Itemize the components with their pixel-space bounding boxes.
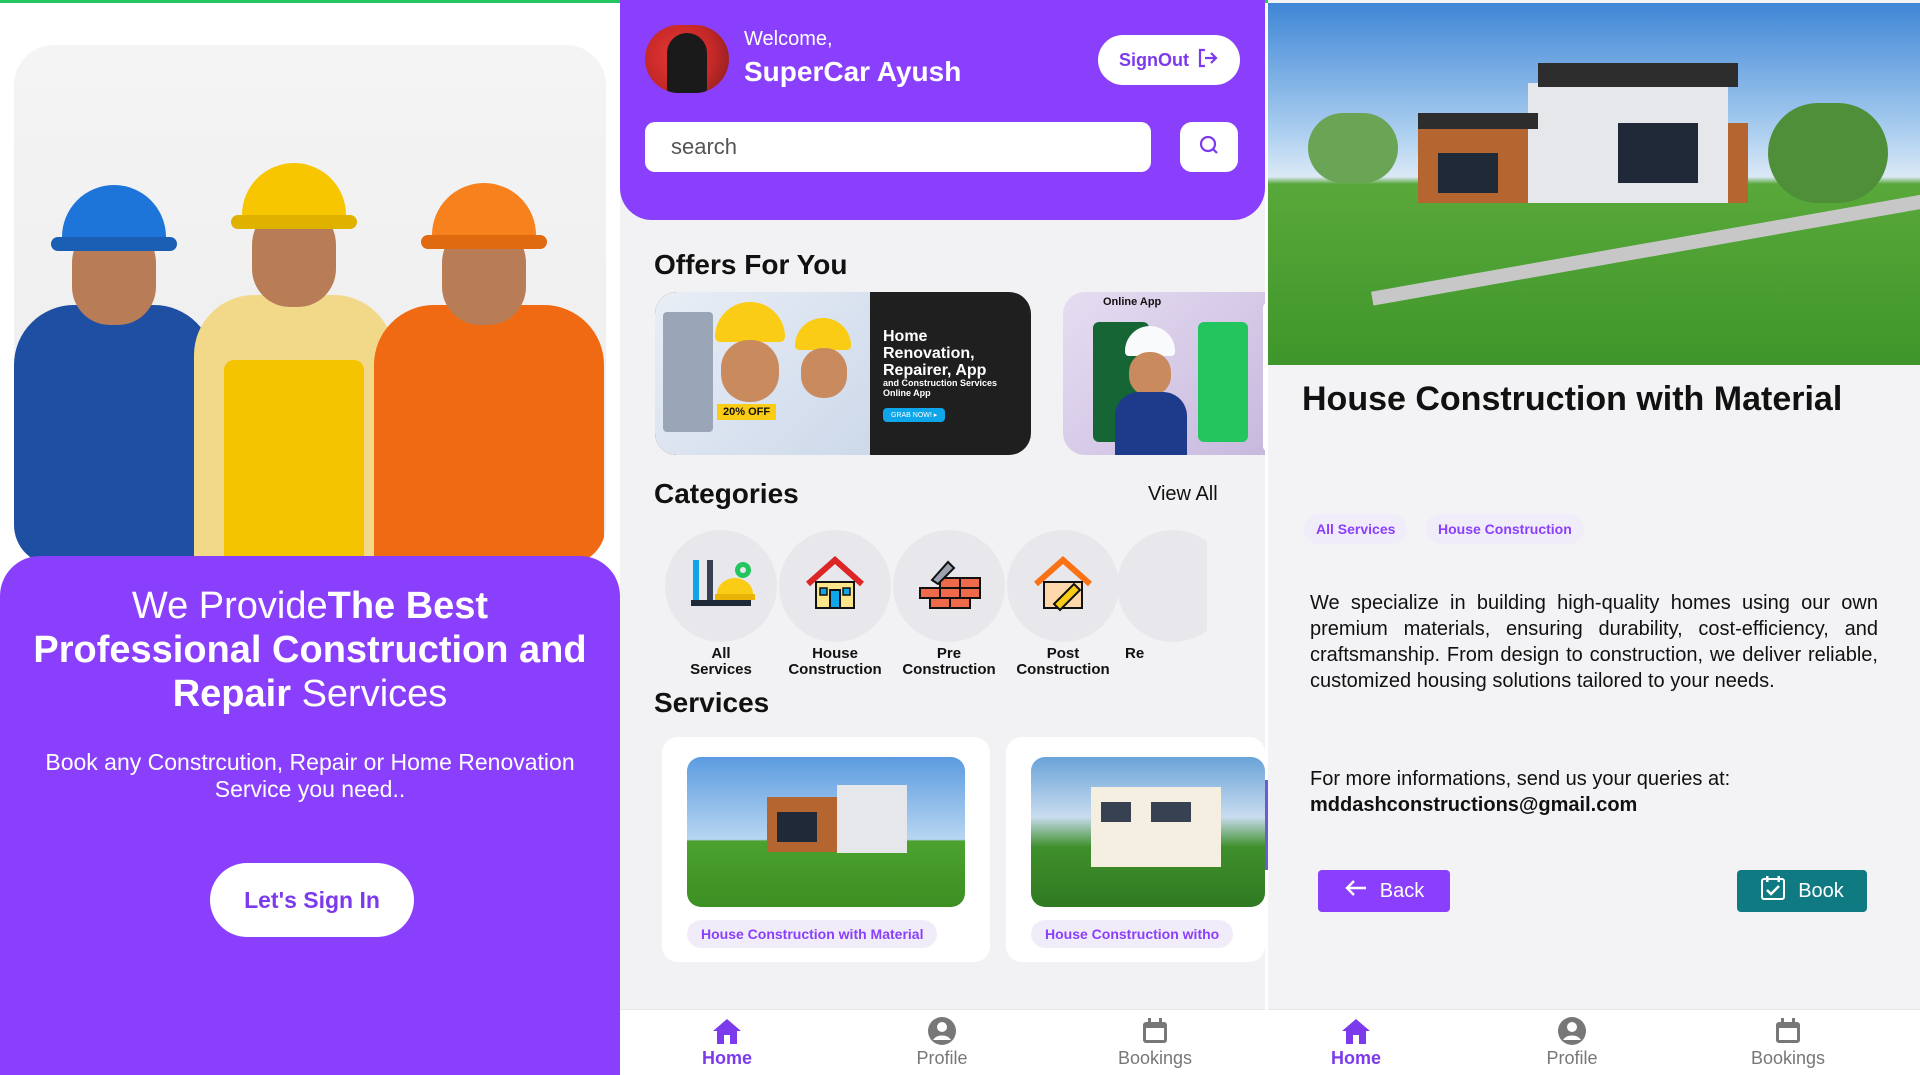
profile-icon xyxy=(927,1016,957,1051)
calendar-icon xyxy=(1774,1017,1802,1050)
home-icon xyxy=(710,1017,744,1050)
worker-orange xyxy=(364,135,604,565)
offer-cta[interactable]: GRAB NOW! ▸ xyxy=(883,408,946,422)
landing-subtitle: Book any Constrcution, Repair or Home Re… xyxy=(45,749,575,802)
tag-all-services[interactable]: All Services xyxy=(1304,514,1408,544)
tag-house-construction[interactable]: House Construction xyxy=(1426,514,1584,544)
profile-icon xyxy=(1557,1016,1587,1051)
nav-bookings[interactable]: Bookings xyxy=(1728,1017,1848,1069)
nav-home[interactable]: Home xyxy=(667,1018,787,1069)
heading-light: We Provide xyxy=(131,585,328,627)
category-label: House xyxy=(812,645,858,662)
view-all-link[interactable]: View All xyxy=(1148,483,1218,506)
offer-subtitle: and Construction Services Online App xyxy=(883,378,998,398)
category-partial[interactable]: Re xyxy=(1117,530,1207,662)
workers-photo xyxy=(14,45,606,565)
nav-bookings-label: Bookings xyxy=(1750,1048,1826,1068)
offers-title: Offers For You xyxy=(654,249,848,280)
welcome-text: Welcome, xyxy=(744,28,833,50)
calendar-icon xyxy=(1141,1017,1169,1050)
offer-label: Online App xyxy=(1103,296,1162,308)
book-button[interactable]: Book xyxy=(1737,870,1867,912)
nav-home-label: Home xyxy=(701,1048,752,1068)
service-image xyxy=(1031,757,1265,907)
more-icon xyxy=(1117,530,1207,642)
search-icon xyxy=(1197,133,1221,161)
nav-profile[interactable]: Profile xyxy=(882,1016,1002,1069)
services-title: Services xyxy=(654,687,770,718)
signout-label: SignOut xyxy=(1119,49,1189,70)
category-label: Services xyxy=(690,661,752,678)
back-label: Back xyxy=(1379,879,1425,902)
nav-profile-label: Profile xyxy=(916,1048,968,1068)
service-image xyxy=(687,757,965,907)
detail-contact: For more informations, send us your quer… xyxy=(1310,766,1878,818)
user-name: SuperCar Ayush xyxy=(744,56,962,87)
detail-title: House Construction with Material xyxy=(1302,380,1843,418)
home-header: Welcome, SuperCar Ayush SignOut search xyxy=(620,0,1265,220)
logout-icon xyxy=(1197,48,1219,73)
house-icon xyxy=(802,554,868,618)
contact-email[interactable]: mddashconstructions@gmail.com xyxy=(1310,794,1637,816)
service-card[interactable]: House Construction with Material xyxy=(662,737,990,962)
nav-home-label: Home xyxy=(1330,1048,1381,1068)
detail-house-image xyxy=(1268,3,1920,365)
categories-title: Categories xyxy=(654,478,799,509)
home-screen: Welcome, SuperCar Ayush SignOut search O… xyxy=(620,0,1265,1075)
book-label: Book xyxy=(1798,879,1844,902)
category-label: Construction xyxy=(1016,661,1110,678)
search-button[interactable] xyxy=(1180,122,1238,172)
nav-profile[interactable]: Profile xyxy=(1512,1016,1632,1069)
category-label: Re xyxy=(1125,645,1145,662)
service-name-chip: House Construction with Material xyxy=(687,920,938,948)
nav-bookings-label: Bookings xyxy=(1117,1048,1193,1068)
contact-text: For more informations, send us your quer… xyxy=(1310,768,1731,790)
category-all-services[interactable]: All Services xyxy=(661,530,781,678)
category-label: Construction xyxy=(902,661,996,678)
offer-banner-renovation[interactable]: 20% OFF Home Renovation, Repairer, App a… xyxy=(655,292,1031,455)
landing-screen: We ProvideThe Best Professional Construc… xyxy=(0,3,620,1075)
back-button[interactable]: Back xyxy=(1318,870,1450,912)
category-label: Construction xyxy=(788,661,882,678)
nav-profile-label: Profile xyxy=(1546,1048,1598,1068)
category-label: Post xyxy=(1046,645,1080,662)
signout-button[interactable]: SignOut xyxy=(1098,35,1240,85)
offer-title: Home Renovation, Repairer, App xyxy=(883,328,987,379)
category-pre-construction[interactable]: Pre Construction xyxy=(889,530,1009,678)
sign-in-button[interactable]: Let's Sign In xyxy=(210,863,414,937)
discount-badge: 20% OFF xyxy=(717,404,777,420)
detail-screen: House Construction with Material All Ser… xyxy=(1268,0,1920,1075)
category-house-construction[interactable]: House Construction xyxy=(775,530,895,678)
detail-description: We specialize in building high-quality h… xyxy=(1310,592,1878,692)
bricks-icon xyxy=(914,554,984,618)
tools-icon xyxy=(687,554,755,618)
house-repair-icon xyxy=(1030,554,1096,618)
landing-card: We ProvideThe Best Professional Construc… xyxy=(0,556,620,1075)
category-label: All xyxy=(711,645,731,662)
search-input[interactable]: search xyxy=(645,122,1151,172)
bottom-nav: Home Profile Bookings xyxy=(1268,1009,1920,1075)
category-label: Pre xyxy=(936,645,962,662)
service-card[interactable]: House Construction witho xyxy=(1006,737,1265,962)
home-icon xyxy=(1339,1017,1373,1050)
landing-heading: We ProvideThe Best Professional Construc… xyxy=(30,584,590,716)
category-post-construction[interactable]: Post Construction xyxy=(1003,530,1123,678)
offer-banner-online-app[interactable]: Online App xyxy=(1063,292,1265,455)
nav-bookings[interactable]: Bookings xyxy=(1095,1017,1215,1069)
nav-home[interactable]: Home xyxy=(1296,1018,1416,1069)
bottom-nav: Home Profile Bookings xyxy=(620,1009,1265,1075)
arrow-left-icon xyxy=(1344,879,1368,903)
avatar[interactable] xyxy=(645,25,729,93)
calendar-check-icon xyxy=(1760,875,1786,907)
heading-tail: Services xyxy=(301,673,448,715)
service-name-chip: House Construction witho xyxy=(1031,920,1234,948)
